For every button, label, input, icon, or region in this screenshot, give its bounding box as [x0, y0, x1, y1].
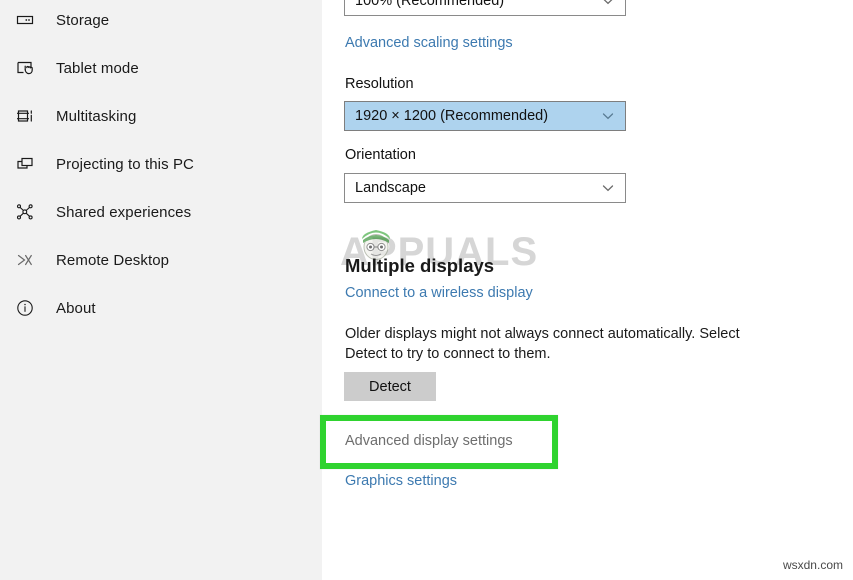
- sidebar-item-multitasking[interactable]: Multitasking: [0, 96, 322, 136]
- chevron-down-icon: [601, 109, 615, 123]
- resolution-label: Resolution: [345, 76, 414, 92]
- sidebar-item-label: Projecting to this PC: [56, 155, 194, 173]
- advanced-scaling-settings-link[interactable]: Advanced scaling settings: [345, 35, 513, 51]
- orientation-dropdown-value: Landscape: [355, 180, 426, 196]
- remote-desktop-icon: [12, 247, 38, 273]
- wsxdn-watermark: wsxdn.com: [782, 558, 843, 572]
- display-settings-content: 100% (Recommended) Advanced scaling sett…: [320, 0, 853, 580]
- storage-icon: [12, 7, 38, 33]
- sidebar-item-label: Tablet mode: [56, 59, 139, 77]
- info-circle-icon: [12, 295, 38, 321]
- chevron-down-icon: [601, 0, 615, 8]
- sidebar-item-remote-desktop[interactable]: Remote Desktop: [0, 240, 322, 280]
- older-displays-description: Older displays might not always connect …: [345, 326, 740, 362]
- settings-sidebar: Storage Tablet mode Multitasking Project…: [0, 0, 322, 580]
- connect-wireless-display-link[interactable]: Connect to a wireless display: [345, 285, 533, 301]
- scale-dropdown-value: 100% (Recommended): [355, 0, 505, 9]
- sidebar-item-label: Shared experiences: [56, 203, 192, 221]
- sidebar-item-shared-experiences[interactable]: Shared experiences: [0, 192, 322, 232]
- sidebar-item-about[interactable]: About: [0, 288, 322, 328]
- sidebar-item-storage[interactable]: Storage: [0, 0, 322, 40]
- detect-button-label: Detect: [369, 378, 411, 395]
- resolution-dropdown-value: 1920 × 1200 (Recommended): [355, 108, 549, 124]
- multitasking-icon: [12, 103, 38, 129]
- sidebar-item-label: Remote Desktop: [56, 251, 170, 269]
- orientation-label: Orientation: [345, 147, 416, 163]
- sidebar-item-projecting-to-this-pc[interactable]: Projecting to this PC: [0, 144, 322, 184]
- graphics-settings-link[interactable]: Graphics settings: [345, 473, 457, 489]
- chevron-down-icon: [601, 181, 615, 195]
- scale-dropdown[interactable]: 100% (Recommended): [344, 0, 626, 16]
- sidebar-item-tablet-mode[interactable]: Tablet mode: [0, 48, 322, 88]
- tablet-mode-icon: [12, 55, 38, 81]
- projecting-icon: [12, 151, 38, 177]
- settings-display-page: Storage Tablet mode Multitasking Project…: [0, 0, 853, 580]
- multiple-displays-heading: Multiple displays: [345, 255, 495, 277]
- advanced-display-settings-link[interactable]: Advanced display settings: [345, 433, 513, 449]
- sidebar-item-label: About: [56, 299, 96, 317]
- share-nodes-icon: [12, 199, 38, 225]
- orientation-dropdown[interactable]: Landscape: [344, 173, 626, 203]
- detect-button[interactable]: Detect: [344, 372, 436, 401]
- sidebar-item-label: Multitasking: [56, 107, 137, 125]
- resolution-dropdown[interactable]: 1920 × 1200 (Recommended): [344, 101, 626, 131]
- sidebar-item-label: Storage: [56, 11, 110, 29]
